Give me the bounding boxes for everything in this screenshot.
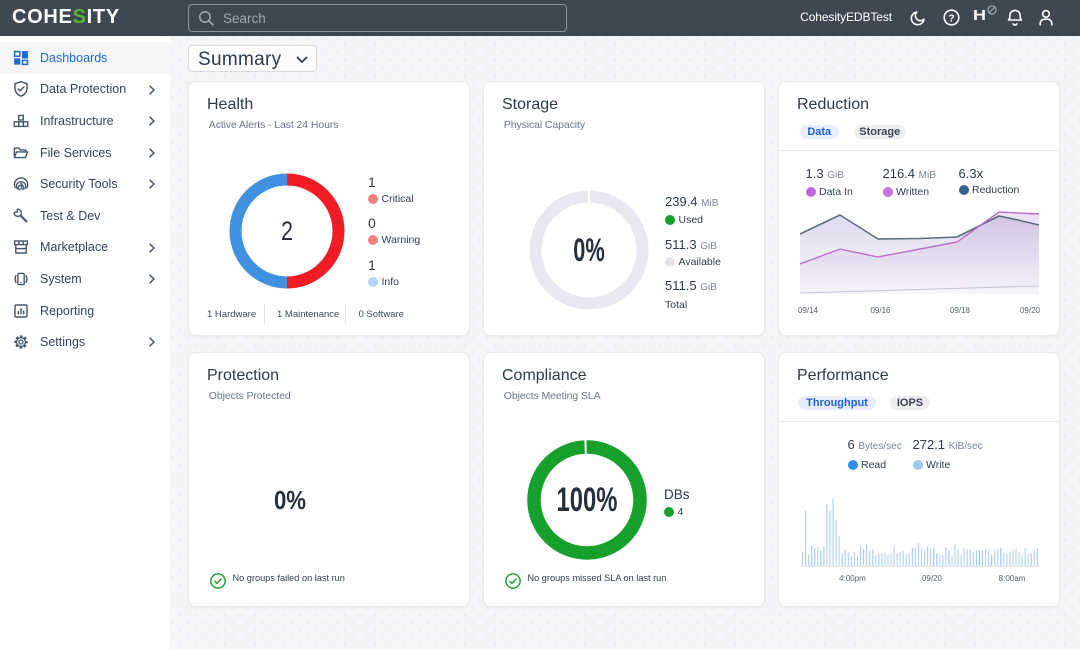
- svg-text:?: ?: [948, 13, 954, 24]
